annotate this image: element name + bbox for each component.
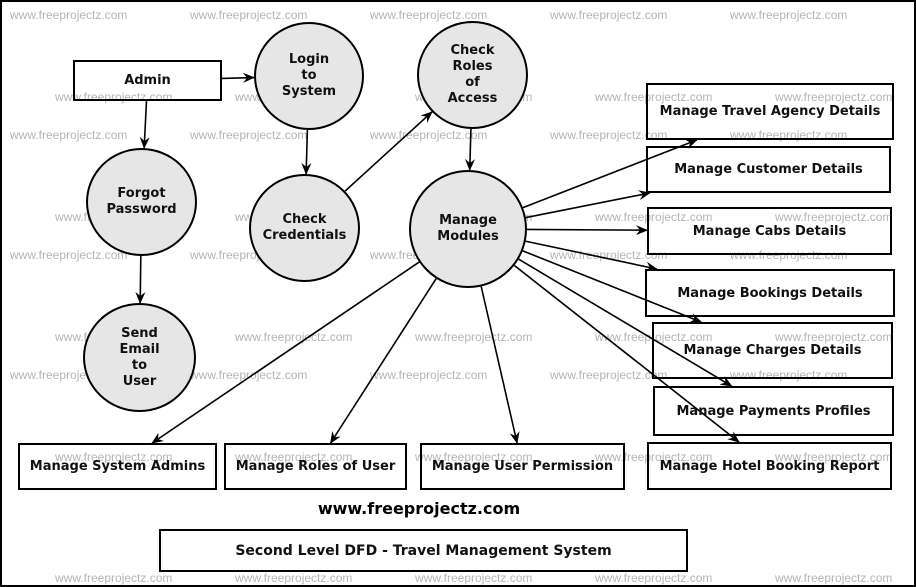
flow-arrow-manage_modules-to-cabs [526, 225, 648, 236]
module-label: Manage Cabs Details [692, 223, 847, 239]
module-manage-hotel-booking-report[interactable]: Manage Hotel Booking Report [647, 442, 892, 490]
module-label: Manage Payments Profiles [676, 403, 871, 419]
module-manage-user-permission[interactable]: Manage User Permission [420, 443, 625, 490]
process-label: Check Roles of Access [447, 43, 498, 106]
flow-arrow-manage_modules-to-user_perm [480, 286, 520, 444]
flow-arrow-manage_modules-to-roles_user [329, 278, 437, 444]
process-login-to-system[interactable]: Login to System [254, 22, 364, 130]
module-label: Manage Hotel Booking Report [659, 458, 880, 474]
module-manage-cabs-details[interactable]: Manage Cabs Details [647, 207, 892, 255]
flow-arrow-forgot-to-send_email [135, 255, 146, 305]
module-manage-payments-profiles[interactable]: Manage Payments Profiles [653, 386, 894, 436]
module-manage-roles-of-user[interactable]: Manage Roles of User [224, 443, 407, 490]
process-label: Login to System [281, 52, 337, 99]
website-label[interactable]: www.freeprojectz.com [0, 499, 838, 518]
module-manage-travel-agency-details[interactable]: Manage Travel Agency Details [646, 83, 894, 140]
process-check-roles-of-access[interactable]: Check Roles of Access [417, 21, 528, 129]
flow-arrow-check_cred-to-check_roles [344, 111, 433, 192]
process-label: Forgot Password [106, 186, 177, 217]
process-check-credentials[interactable]: Check Credentials [249, 174, 360, 282]
module-manage-charges-details[interactable]: Manage Charges Details [652, 322, 893, 379]
flow-arrow-admin-to-forgot [139, 100, 150, 150]
diagram-title-box: Second Level DFD - Travel Management Sys… [159, 529, 688, 572]
flow-arrow-manage_modules-to-customer [525, 190, 651, 219]
entity-label: Admin [124, 73, 171, 88]
diagram-title: Second Level DFD - Travel Management Sys… [235, 542, 612, 559]
external-entity-admin[interactable]: Admin [73, 60, 222, 101]
module-label: Manage User Permission [431, 459, 614, 474]
module-manage-customer-details[interactable]: Manage Customer Details [646, 146, 891, 193]
module-label: Manage Travel Agency Details [659, 104, 881, 119]
process-manage-modules[interactable]: Manage Modules [409, 170, 527, 288]
process-send-email-to-user[interactable]: Send Email to User [83, 303, 196, 412]
flow-arrow-manage_modules-to-bookings [525, 240, 658, 272]
module-manage-system-admins[interactable]: Manage System Admins [18, 443, 217, 490]
module-label: Manage Roles of User [235, 459, 396, 474]
process-forgot-password[interactable]: Forgot Password [86, 148, 197, 256]
flow-arrow-check_roles-to-manage_modules [465, 128, 476, 172]
process-label: Send Email to User [119, 325, 160, 389]
module-label: Manage System Admins [29, 459, 206, 474]
process-label: Manage Modules [437, 213, 499, 244]
module-manage-bookings-details[interactable]: Manage Bookings Details [645, 269, 895, 317]
module-label: Manage Bookings Details [677, 285, 863, 301]
flow-arrow-admin-to-login [221, 72, 256, 83]
module-label: Manage Customer Details [674, 162, 863, 177]
flow-arrow-login-to-check_cred [301, 129, 312, 176]
process-label: Check Credentials [262, 212, 347, 243]
module-label: Manage Charges Details [683, 343, 862, 358]
